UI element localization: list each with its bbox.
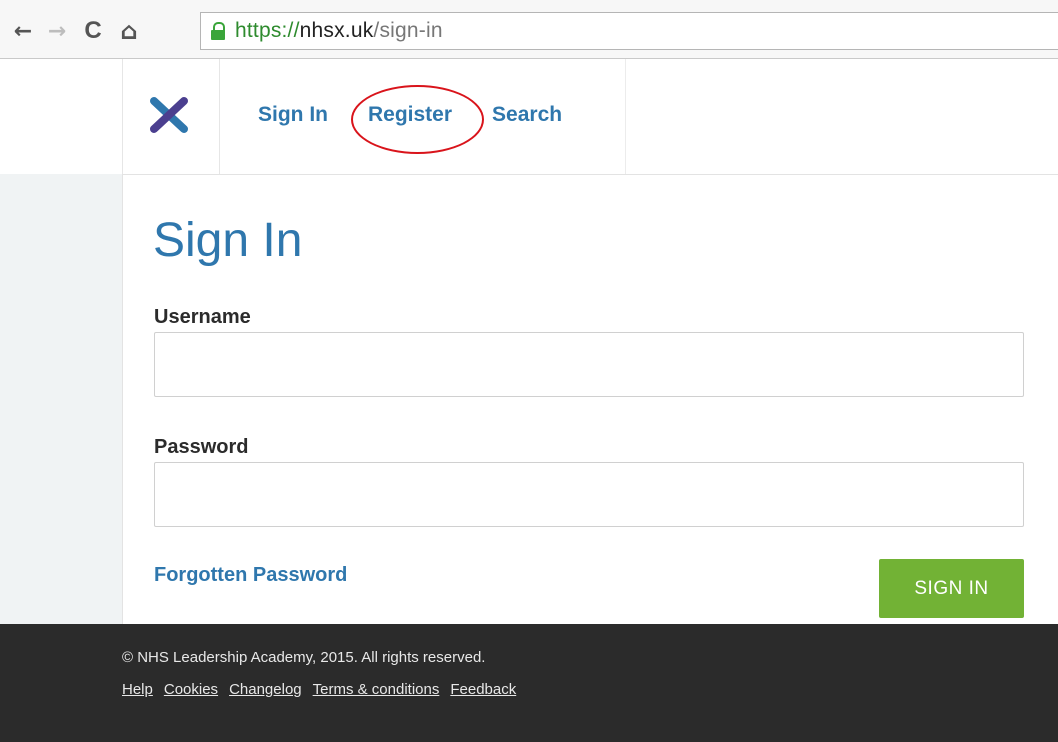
- nav-register-link[interactable]: Register: [368, 103, 452, 127]
- footer-links: Help Cookies Changelog Terms & condition…: [122, 681, 527, 698]
- url-host: nhsx.uk: [299, 19, 374, 42]
- url-text[interactable]: https://nhsx.uk/sign-in: [235, 19, 443, 43]
- address-bar[interactable]: https://nhsx.uk/sign-in: [200, 12, 1058, 50]
- url-path: /sign-in: [373, 19, 443, 42]
- forward-icon[interactable]: →: [46, 18, 68, 44]
- password-label: Password: [154, 436, 249, 458]
- sign-in-button[interactable]: SIGN IN: [879, 559, 1024, 618]
- left-gutter: [0, 174, 122, 624]
- nav-sign-in-link[interactable]: Sign In: [258, 103, 328, 127]
- site-header: Sign In Register Search: [0, 59, 1058, 174]
- footer-link-terms[interactable]: Terms & conditions: [313, 681, 440, 698]
- main-nav: Sign In Register Search: [258, 103, 602, 127]
- url-scheme: https://: [235, 19, 300, 42]
- browser-toolbar: ← → C ⌂ https://nhsx.uk/sign-in: [0, 0, 1058, 59]
- footer-link-feedback[interactable]: Feedback: [450, 681, 516, 698]
- footer-link-help[interactable]: Help: [122, 681, 153, 698]
- sign-in-panel: Sign In Username Password Forgotten Pass…: [122, 174, 1058, 624]
- header-strip: Sign In Register Search: [122, 59, 1058, 174]
- logo-cell[interactable]: [123, 59, 220, 174]
- footer-link-changelog[interactable]: Changelog: [229, 681, 302, 698]
- lock-icon: [211, 22, 225, 40]
- back-icon[interactable]: ←: [12, 18, 34, 44]
- forgotten-password-link[interactable]: Forgotten Password: [154, 564, 347, 587]
- copyright-text: © NHS Leadership Academy, 2015. All righ…: [122, 649, 486, 666]
- home-icon[interactable]: ⌂: [118, 17, 140, 45]
- page-title: Sign In: [153, 214, 303, 267]
- password-input[interactable]: [154, 462, 1024, 527]
- nhsx-logo-icon[interactable]: [149, 97, 189, 133]
- username-input[interactable]: [154, 332, 1024, 397]
- username-label: Username: [154, 306, 251, 328]
- nav-search-link[interactable]: Search: [492, 103, 562, 127]
- site-footer: © NHS Leadership Academy, 2015. All righ…: [0, 624, 1058, 742]
- nav-divider: [625, 59, 626, 174]
- reload-icon[interactable]: C: [82, 17, 104, 44]
- footer-link-cookies[interactable]: Cookies: [164, 681, 218, 698]
